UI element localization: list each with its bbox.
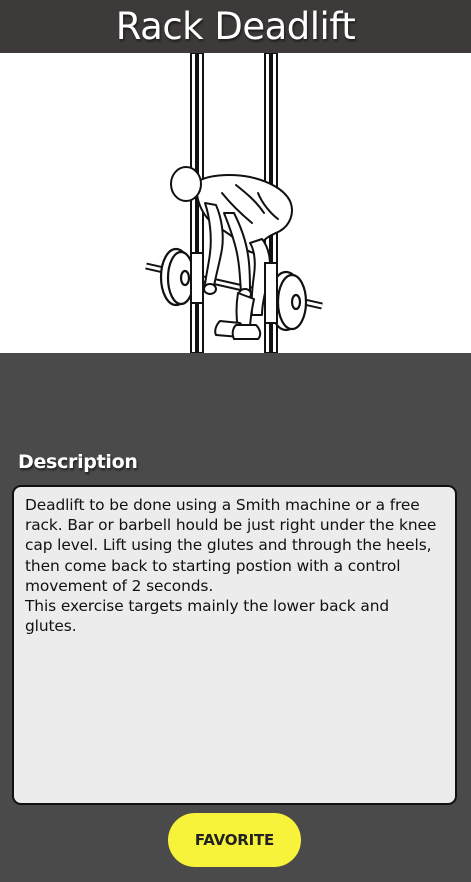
exercise-detail-screen: Rack Deadlift Description Deadlift to be… [0, 0, 471, 882]
rack-deadlift-illustration-icon [145, 53, 323, 353]
title-bar: Rack Deadlift [0, 0, 471, 53]
description-text: Deadlift to be done using a Smith machin… [25, 496, 437, 636]
favorite-button[interactable]: FAVORITE [168, 813, 301, 867]
description-heading: Description [18, 451, 138, 473]
exercise-image [0, 53, 471, 353]
description-box: Deadlift to be done using a Smith machin… [12, 485, 457, 805]
page-title: Rack Deadlift [115, 5, 356, 48]
